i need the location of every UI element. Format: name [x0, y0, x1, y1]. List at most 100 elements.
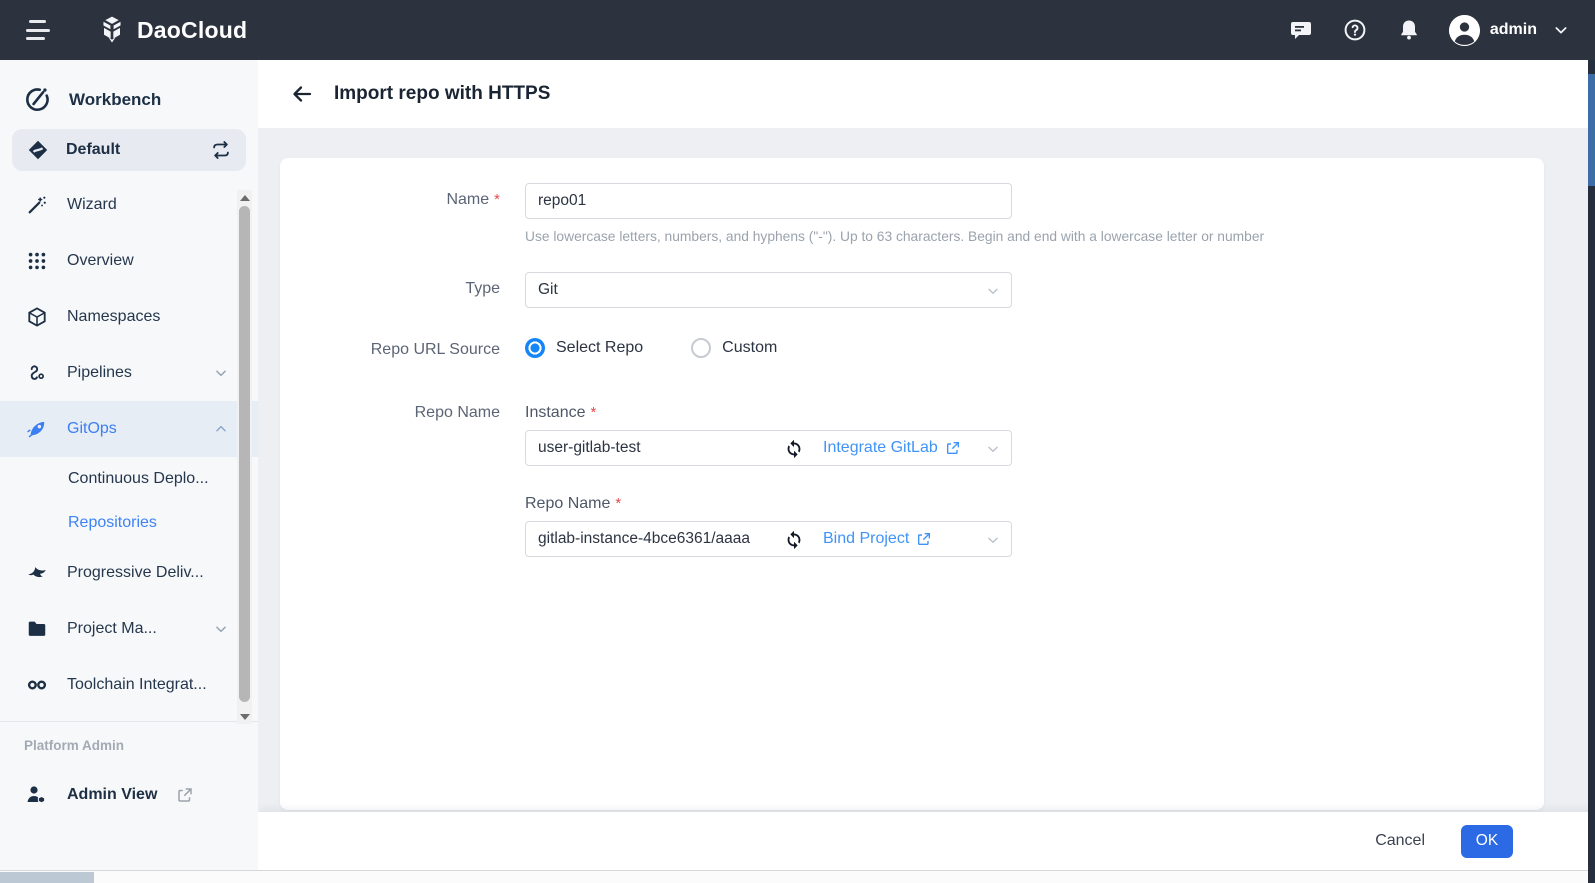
sidebar-scrollbar[interactable] — [237, 190, 252, 724]
admin-view-icon — [24, 783, 48, 807]
required-asterisk: * — [590, 404, 596, 421]
pipelines-icon — [26, 362, 48, 384]
overview-grid-icon — [26, 250, 48, 272]
gitops-rocket-icon — [26, 418, 48, 440]
help-icon[interactable] — [1343, 18, 1367, 42]
sidebar-item-label: Overview — [67, 252, 134, 270]
type-field-label: Type — [280, 280, 500, 298]
menu-toggle-icon[interactable] — [26, 20, 52, 40]
repo-name-select-value: gitlab-instance-4bce6361/aaaa — [538, 530, 750, 548]
workbench-label: Workbench — [69, 90, 161, 110]
repo-name-group-label: Repo Name — [280, 404, 500, 422]
type-select-value: Git — [538, 281, 558, 299]
radio-select-repo[interactable] — [525, 338, 545, 358]
sidebar-item-pipelines[interactable]: Pipelines — [0, 345, 258, 401]
sidebar-item-overview[interactable]: Overview — [0, 233, 258, 289]
repo-name-select[interactable]: gitlab-instance-4bce6361/aaaa — [525, 521, 1012, 557]
chevron-down-icon — [986, 442, 1000, 456]
type-select[interactable]: Git — [525, 272, 1012, 308]
sidebar-item-label: Namespaces — [67, 308, 160, 326]
chevron-down-icon — [214, 366, 228, 380]
user-avatar[interactable] — [1449, 15, 1480, 46]
instance-select-value: user-gitlab-test — [538, 439, 641, 457]
refresh-repos-icon[interactable] — [783, 528, 805, 550]
repo-url-source-radio-group: Select Repo Custom — [525, 338, 825, 358]
repo-name-field-label: Repo Name* — [525, 495, 621, 513]
message-icon[interactable] — [1289, 18, 1313, 42]
brand-name: DaoCloud — [137, 17, 247, 44]
required-asterisk: * — [615, 495, 621, 512]
cancel-button[interactable]: Cancel — [1375, 832, 1425, 850]
name-input[interactable] — [525, 183, 1012, 219]
sidebar-menu: Wizard Overview Namespaces — [0, 177, 258, 713]
ok-button[interactable]: OK — [1461, 825, 1513, 858]
sidebar-item-project-management[interactable]: Project Ma... — [0, 601, 258, 657]
infinity-icon — [26, 674, 48, 696]
switch-workspace-icon[interactable] — [210, 139, 232, 161]
name-help-text: Use lowercase letters, numbers, and hyph… — [525, 229, 1264, 244]
progressive-delivery-bird-icon — [26, 562, 48, 584]
platform-admin-section-label: Platform Admin — [0, 722, 258, 753]
namespaces-cube-icon — [26, 306, 48, 328]
external-link-icon — [176, 786, 194, 804]
radio-select-repo-label[interactable]: Select Repo — [556, 339, 643, 357]
horizontal-scrollbar[interactable] — [0, 870, 1595, 883]
sidebar-item-label: Progressive Deliv... — [67, 564, 204, 582]
workspace-icon — [26, 138, 50, 162]
external-link-icon — [916, 531, 932, 547]
sidebar: Workbench Default — [0, 60, 258, 870]
external-link-icon — [945, 440, 961, 456]
sidebar-item-label: Wizard — [67, 196, 117, 214]
admin-view-label: Admin View — [67, 786, 157, 804]
radio-custom-label[interactable]: Custom — [722, 339, 777, 357]
brand-logo[interactable]: DaoCloud — [96, 14, 247, 46]
sidebar-item-gitops[interactable]: GitOps — [0, 401, 258, 457]
instance-field-label: Instance* — [525, 404, 596, 422]
folder-icon — [26, 618, 48, 640]
scroll-down-arrow-icon[interactable] — [237, 709, 252, 724]
radio-custom[interactable] — [691, 338, 711, 358]
workbench-icon — [24, 86, 51, 113]
wizard-wand-icon — [26, 194, 48, 216]
username-label: admin — [1490, 21, 1537, 39]
bind-project-link-label: Bind Project — [823, 530, 909, 548]
vertical-scrollbar-thumb[interactable] — [1588, 74, 1595, 186]
sidebar-item-namespaces[interactable]: Namespaces — [0, 289, 258, 345]
sidebar-item-label: Pipelines — [67, 364, 132, 382]
chevron-up-icon — [214, 422, 228, 436]
repo-url-source-label: Repo URL Source — [280, 341, 500, 359]
vertical-scrollbar[interactable] — [1588, 60, 1595, 883]
topbar-actions: admin — [1259, 15, 1569, 46]
bind-project-link[interactable]: Bind Project — [823, 521, 932, 557]
integrate-gitlab-link[interactable]: Integrate GitLab — [823, 430, 961, 466]
sidebar-scrollbar-thumb[interactable] — [239, 206, 250, 702]
sidebar-item-wizard[interactable]: Wizard — [0, 177, 258, 233]
workspace-name: Default — [66, 141, 120, 159]
sidebar-subitem-label: Repositories — [68, 514, 157, 532]
sidebar-item-label: GitOps — [67, 420, 117, 438]
user-menu-chevron-down-icon[interactable] — [1553, 22, 1569, 38]
scroll-up-arrow-icon[interactable] — [237, 190, 252, 205]
required-asterisk: * — [494, 191, 500, 208]
sidebar-item-toolchain-integration[interactable]: Toolchain Integrat... — [0, 657, 258, 713]
sidebar-item-progressive-delivery[interactable]: Progressive Deliv... — [0, 545, 258, 601]
chevron-down-icon — [986, 533, 1000, 547]
form-card: Name* Use lowercase letters, numbers, an… — [280, 158, 1544, 810]
sidebar-subitem-repositories[interactable]: Repositories — [0, 501, 258, 545]
main-area: Import repo with HTTPS Name* Use lowerca… — [258, 60, 1595, 883]
workspace-selector[interactable]: Default — [12, 129, 246, 171]
refresh-instances-icon[interactable] — [783, 437, 805, 459]
sidebar-item-admin-view[interactable]: Admin View — [0, 783, 258, 807]
sidebar-subitem-continuous-deployment[interactable]: Continuous Deplo... — [0, 457, 258, 501]
integrate-gitlab-link-label: Integrate GitLab — [823, 439, 938, 457]
chevron-down-icon — [986, 284, 1000, 298]
horizontal-scrollbar-thumb[interactable] — [0, 872, 94, 883]
daocloud-logo-icon — [96, 14, 128, 46]
sidebar-subitem-label: Continuous Deplo... — [68, 470, 209, 488]
name-field-label: Name* — [280, 191, 500, 209]
notifications-bell-icon[interactable] — [1397, 18, 1421, 42]
sidebar-item-label: Toolchain Integrat... — [67, 676, 207, 694]
content-area: Name* Use lowercase letters, numbers, an… — [258, 128, 1595, 812]
back-arrow-icon[interactable] — [290, 82, 314, 106]
sidebar-section-workbench: Workbench — [0, 60, 258, 113]
